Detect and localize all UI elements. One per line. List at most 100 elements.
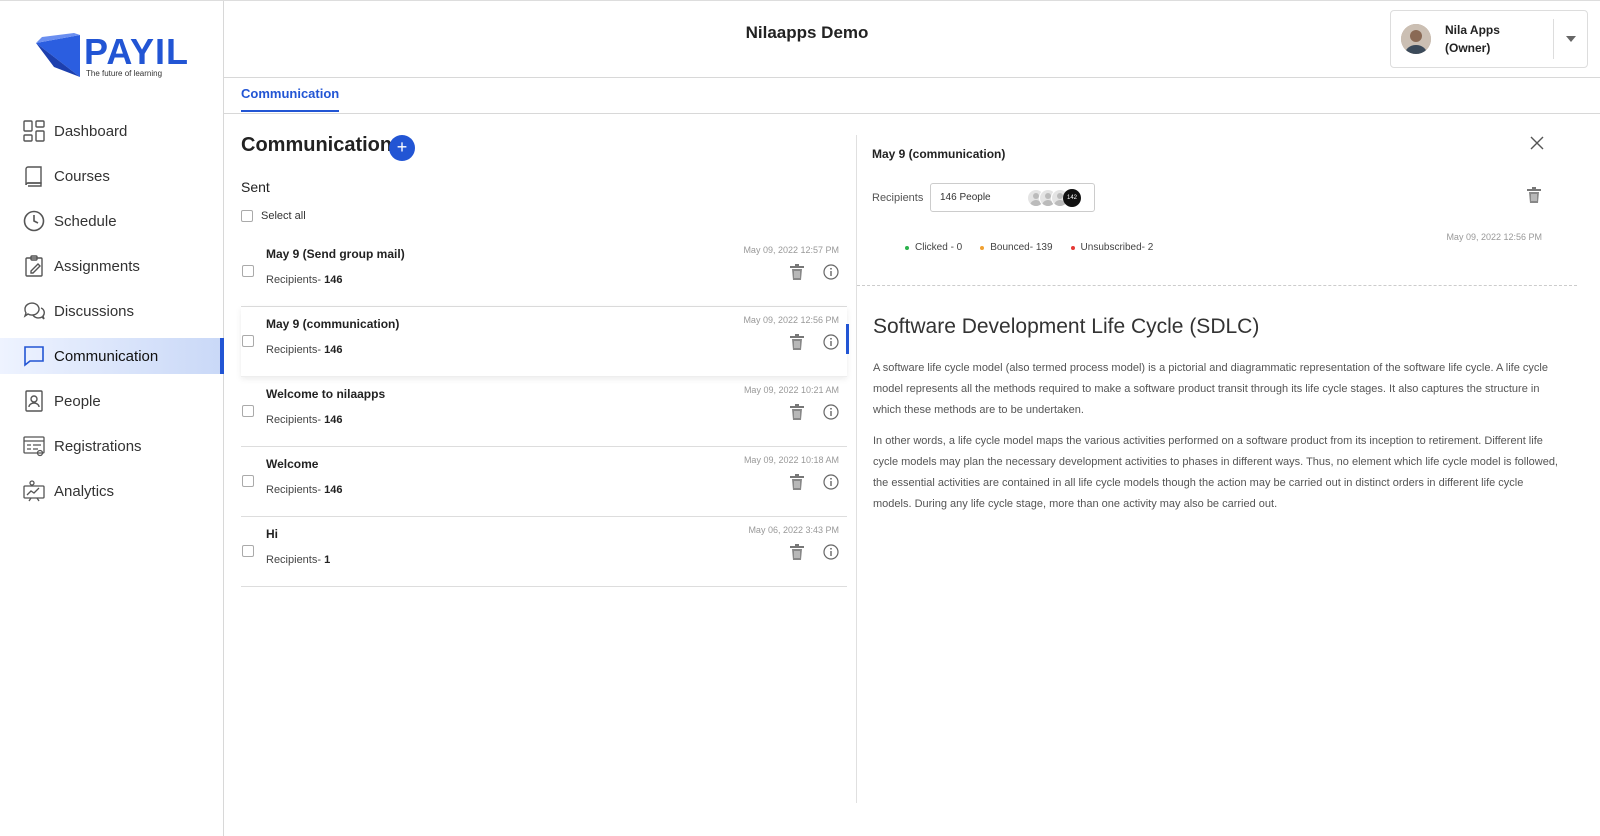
status-dot-icon [980,245,985,250]
sidebar-item-label: Communication [54,347,159,365]
info-icon[interactable] [823,334,839,350]
recipients-label: Recipients [872,192,924,204]
recipients-count: 146 [324,274,343,286]
info-icon[interactable] [823,264,839,280]
message-recipients: Recipients- 146 [266,414,342,426]
recipients-count: 146 [324,344,343,356]
message-recipients: Recipients- 146 [266,344,342,356]
sidebar-item-label: Courses [54,167,110,185]
caret-down-icon [1565,36,1576,42]
row-checkbox[interactable] [242,335,254,347]
info-icon[interactable] [823,404,839,420]
sidebar-item-communication[interactable]: Communication [0,338,224,374]
message-title: Hi [266,527,278,541]
sidebar-item-analytics[interactable]: Analytics [0,473,224,509]
logo-tagline: The future of learning [86,69,163,78]
trash-icon[interactable] [789,263,805,281]
clipboard-icon [22,254,46,278]
sidebar-item-label: Dashboard [54,122,128,140]
more-recipients-badge: 142 [1063,189,1081,207]
sidebar-item-label: Registrations [54,437,142,455]
detail-title: May 9 (communication) [872,147,1006,161]
message-row[interactable]: Hi Recipients- 1 May 06, 2022 3:43 PM [241,517,847,587]
message-date: May 06, 2022 3:43 PM [748,525,839,535]
status-dot-icon [1070,245,1075,250]
sidebar-item-label: People [54,392,101,410]
stat-label: Unsubscribed- 2 [1080,242,1154,253]
trash-icon[interactable] [789,473,805,491]
communication-list-pane: Communication + Sent Select all May 9 (S… [241,114,849,804]
trash-icon[interactable] [789,403,805,421]
user-menu[interactable]: Nila Apps (Owner) [1390,10,1588,68]
row-checkbox[interactable] [242,475,254,487]
user-name: Nila Apps [1445,23,1500,37]
row-checkbox[interactable] [242,265,254,277]
trash-icon[interactable] [789,333,805,351]
message-row[interactable]: May 9 (communication) Recipients- 146 Ma… [241,307,849,377]
add-communication-button[interactable]: + [389,135,415,161]
dashboard-icon [22,119,46,143]
detail-date: May 09, 2022 12:56 PM [1446,232,1542,242]
sidebar-item-label: Analytics [54,482,115,500]
sidebar-item-label: Schedule [54,212,117,230]
stat-label: Clicked - 0 [915,242,963,253]
list-title: Communication [241,134,393,156]
stat-clicked: Clicked - 0 [905,242,962,253]
book-icon [22,164,46,188]
sidebar-nav: Dashboard Courses Schedule Assignments D… [0,113,224,518]
user-role: (Owner) [1445,41,1491,55]
message-icon [22,344,46,368]
sidebar-item-discussions[interactable]: Discussions [0,293,224,329]
recipients-field[interactable]: 146 People 142 [930,183,1095,212]
trash-icon[interactable] [789,543,805,561]
message-date: May 09, 2022 10:18 AM [743,455,839,465]
message-title: May 9 (communication) [266,317,400,331]
select-all[interactable]: Select all [241,210,306,222]
tab-communication[interactable]: Communication [241,86,340,112]
sidebar-item-courses[interactable]: Courses [0,158,224,194]
sidebar-item-dashboard[interactable]: Dashboard [0,113,224,149]
app-root: PAYIL The future of learning Dashboard C… [0,0,1600,836]
logo-wordmark: PAYIL [84,31,190,72]
user-info: Nila Apps (Owner) [1445,21,1549,57]
sidebar: PAYIL The future of learning Dashboard C… [0,1,224,836]
payil-logo[interactable]: PAYIL The future of learning [34,31,194,81]
registration-form-icon [22,434,46,458]
message-paragraph: In other words, a life cycle model maps … [873,435,1558,510]
select-all-label: Select all [261,210,306,222]
select-all-checkbox[interactable] [241,210,253,222]
recipient-avatars: 142 [1027,189,1091,207]
info-icon[interactable] [823,474,839,490]
message-recipients: Recipients- 146 [266,274,342,286]
sidebar-item-label: Assignments [54,257,140,275]
info-icon[interactable] [823,544,839,560]
sidebar-item-assignments[interactable]: Assignments [0,248,224,284]
user-menu-toggle[interactable] [1553,19,1587,59]
row-checkbox[interactable] [242,545,254,557]
logo-wing-icon [36,33,80,77]
recipients-label: Recipients- [266,484,325,496]
recipients-count: 146 [324,484,343,496]
message-title: May 9 (Send group mail) [266,247,405,261]
sidebar-item-people[interactable]: People [0,383,224,419]
contact-book-icon [22,389,46,413]
close-icon[interactable] [1530,136,1544,150]
message-title: Welcome [266,457,319,471]
message-recipients: Recipients- 1 [266,554,330,566]
message-paragraph: A software life cycle model (also termed… [873,362,1548,416]
trash-icon[interactable] [1526,186,1542,204]
recipients-label: Recipients- [266,554,325,566]
message-row[interactable]: May 9 (Send group mail) Recipients- 146 … [241,237,847,307]
detail-separator [857,285,1577,286]
row-checkbox[interactable] [242,405,254,417]
recipients-count: 146 [324,414,343,426]
tab-bar: Communication [224,78,1600,114]
recipients-value: 146 People [940,192,991,203]
message-date: May 09, 2022 12:56 PM [743,315,839,325]
message-row[interactable]: Welcome to nilaapps Recipients- 146 May … [241,377,847,447]
message-row[interactable]: Welcome Recipients- 146 May 09, 2022 10:… [241,447,847,517]
status-dot-icon [905,245,909,250]
message-list: May 9 (Send group mail) Recipients- 146 … [241,237,849,587]
sidebar-item-schedule[interactable]: Schedule [0,203,224,239]
sidebar-item-registrations[interactable]: Registrations [0,428,224,464]
